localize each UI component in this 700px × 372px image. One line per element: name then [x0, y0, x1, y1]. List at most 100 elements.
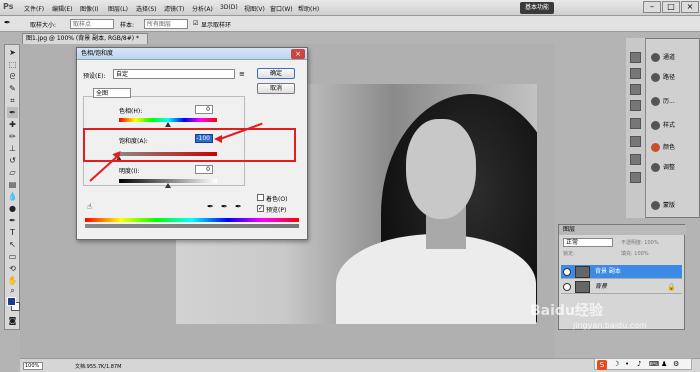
- menu-file[interactable]: 文件(F): [24, 4, 44, 13]
- blend-mode-select[interactable]: 正常: [563, 238, 613, 247]
- punctuation-icon[interactable]: •: [625, 360, 629, 368]
- tool-presets-icon[interactable]: [630, 136, 641, 147]
- layer-name: 背景: [595, 283, 608, 290]
- menu-3d[interactable]: 3D(D): [220, 4, 238, 11]
- masks-icon: [651, 201, 660, 210]
- dock-color[interactable]: 颜色: [649, 139, 699, 157]
- eyedropper-plus-icon[interactable]: ✒: [221, 202, 228, 211]
- maximize-icon[interactable]: □: [662, 1, 680, 13]
- eyedropper-minus-icon[interactable]: ✒: [235, 202, 242, 211]
- menu-help[interactable]: 帮助(H): [298, 4, 319, 13]
- sample-select[interactable]: 所有图层: [144, 19, 188, 29]
- history-brush-icon[interactable]: ↺: [7, 155, 18, 166]
- menu-window[interactable]: 窗口(W): [270, 4, 293, 13]
- menu-analysis[interactable]: 分析(A): [192, 4, 213, 13]
- document-info: 文档:955.7K/1.87M: [75, 364, 122, 370]
- hand-adjust-icon[interactable]: ☝: [87, 202, 92, 211]
- shape-tool-icon[interactable]: ▭: [7, 251, 18, 262]
- lightness-field[interactable]: 0: [195, 165, 213, 174]
- dock-label: 历...: [663, 98, 675, 105]
- dock-adjustments[interactable]: 调整: [649, 159, 699, 177]
- lock-icon: 🔒: [667, 283, 676, 291]
- type-tool-icon[interactable]: T: [7, 227, 18, 238]
- dock-paths[interactable]: 路径: [649, 69, 699, 87]
- eyedropper-icon[interactable]: ✒: [207, 202, 214, 211]
- navigator-icon[interactable]: [630, 68, 641, 79]
- eye-icon[interactable]: [563, 268, 571, 276]
- menu-bar: Ps 文件(F) 编辑(E) 图像(I) 图层(L) 选择(S) 滤镜(T) 分…: [0, 0, 700, 16]
- close-icon[interactable]: ×: [681, 1, 699, 13]
- path-select-icon[interactable]: ↖: [7, 239, 18, 250]
- eraser-tool-icon[interactable]: ▱: [7, 167, 18, 178]
- crop-tool-icon[interactable]: ⌗: [7, 95, 18, 106]
- channel-select[interactable]: 全图: [93, 88, 131, 98]
- move-tool-icon[interactable]: ➤: [7, 47, 18, 58]
- menu-image[interactable]: 图像(I): [80, 4, 98, 13]
- brushes-icon[interactable]: [630, 100, 641, 111]
- zoom-tool-icon[interactable]: ⌕: [7, 285, 18, 296]
- lasso-tool-icon[interactable]: ᘓ: [7, 71, 18, 82]
- menu-layer[interactable]: 图层(L): [108, 4, 128, 13]
- sample-size-select[interactable]: 取样点: [70, 19, 114, 29]
- ime-logo[interactable]: S: [597, 360, 607, 370]
- lightness-slider-thumb[interactable]: [165, 183, 171, 188]
- minimize-icon[interactable]: –: [643, 1, 661, 13]
- zoom-field[interactable]: 100%: [23, 362, 43, 370]
- clone-source-icon[interactable]: [630, 118, 641, 129]
- dock-label: 样式: [663, 122, 676, 129]
- menu-view[interactable]: 视图(V): [244, 4, 265, 13]
- opacity-label[interactable]: 不透明度: 100%: [621, 239, 659, 246]
- dodge-tool-icon[interactable]: ●: [7, 203, 18, 214]
- character-icon[interactable]: [630, 154, 641, 165]
- histogram-icon[interactable]: [630, 52, 641, 63]
- cancel-button[interactable]: 取消: [257, 83, 295, 94]
- pen-tool-icon[interactable]: ✒: [7, 215, 18, 226]
- settings-icon[interactable]: ⚙: [673, 360, 679, 368]
- paragraph-icon[interactable]: [630, 172, 641, 183]
- menu-select[interactable]: 选择(S): [136, 4, 157, 13]
- preset-select[interactable]: 自定: [113, 69, 235, 79]
- hue-slider-thumb[interactable]: [165, 122, 171, 127]
- 3d-tool-icon[interactable]: ⟲: [7, 263, 18, 274]
- layers-tab[interactable]: 图层: [559, 225, 686, 235]
- dock-icon-strip: [626, 38, 646, 218]
- dialog-close-icon[interactable]: ×: [291, 49, 305, 59]
- menu-edit[interactable]: 编辑(E): [52, 4, 72, 13]
- brush-tool-icon[interactable]: ✏: [7, 131, 18, 142]
- gradient-tool-icon[interactable]: ▤: [7, 179, 18, 190]
- layer-row[interactable]: 背景 副本: [561, 265, 682, 279]
- arrow-head-icon: [214, 135, 222, 143]
- menu-filter[interactable]: 滤镜(T): [164, 4, 184, 13]
- eyedropper-icon[interactable]: ✒: [4, 18, 11, 27]
- foreground-color-swatch[interactable]: [7, 297, 16, 306]
- marquee-tool-icon[interactable]: ⬚: [7, 59, 18, 70]
- ok-button[interactable]: 确定: [257, 68, 295, 79]
- moon-icon[interactable]: ☽: [613, 360, 619, 368]
- skin-icon[interactable]: ♟: [661, 360, 667, 368]
- show-ring-checkbox[interactable]: ☑: [193, 20, 198, 27]
- hue-field[interactable]: 0: [195, 105, 213, 114]
- lightness-label: 明度(I):: [119, 168, 140, 175]
- preview-checkbox[interactable]: ✓: [257, 205, 264, 212]
- blur-tool-icon[interactable]: 💧: [7, 191, 18, 202]
- quick-mask-icon[interactable]: ◙: [7, 315, 18, 326]
- healing-tool-icon[interactable]: ✚: [7, 119, 18, 130]
- fill-label[interactable]: 填充: 100%: [621, 250, 649, 257]
- colorize-checkbox[interactable]: [257, 194, 264, 201]
- stamp-tool-icon[interactable]: ⊥: [7, 143, 18, 154]
- dock-masks[interactable]: 蒙版: [649, 197, 699, 215]
- workspace-button[interactable]: 基本功能: [520, 2, 554, 14]
- dock-channels[interactable]: 通道: [649, 49, 699, 67]
- dock-styles[interactable]: 样式: [649, 117, 699, 135]
- keyboard-icon[interactable]: ⌨: [649, 360, 659, 368]
- info-icon[interactable]: [630, 84, 641, 95]
- mic-icon[interactable]: ♪: [637, 360, 641, 368]
- eyedropper-tool-icon[interactable]: ✒: [7, 107, 18, 118]
- preset-options-icon[interactable]: ≡: [239, 70, 245, 78]
- quick-select-tool-icon[interactable]: ✎: [7, 83, 18, 94]
- dock-history[interactable]: 历...: [649, 93, 699, 111]
- document-tab[interactable]: 图1.jpg @ 100% (背景 副本, RGB/8#) *: [22, 33, 148, 44]
- eye-icon[interactable]: [563, 283, 571, 291]
- layer-row[interactable]: 背景 🔒: [561, 280, 682, 294]
- hue-label: 色相(H):: [119, 108, 143, 115]
